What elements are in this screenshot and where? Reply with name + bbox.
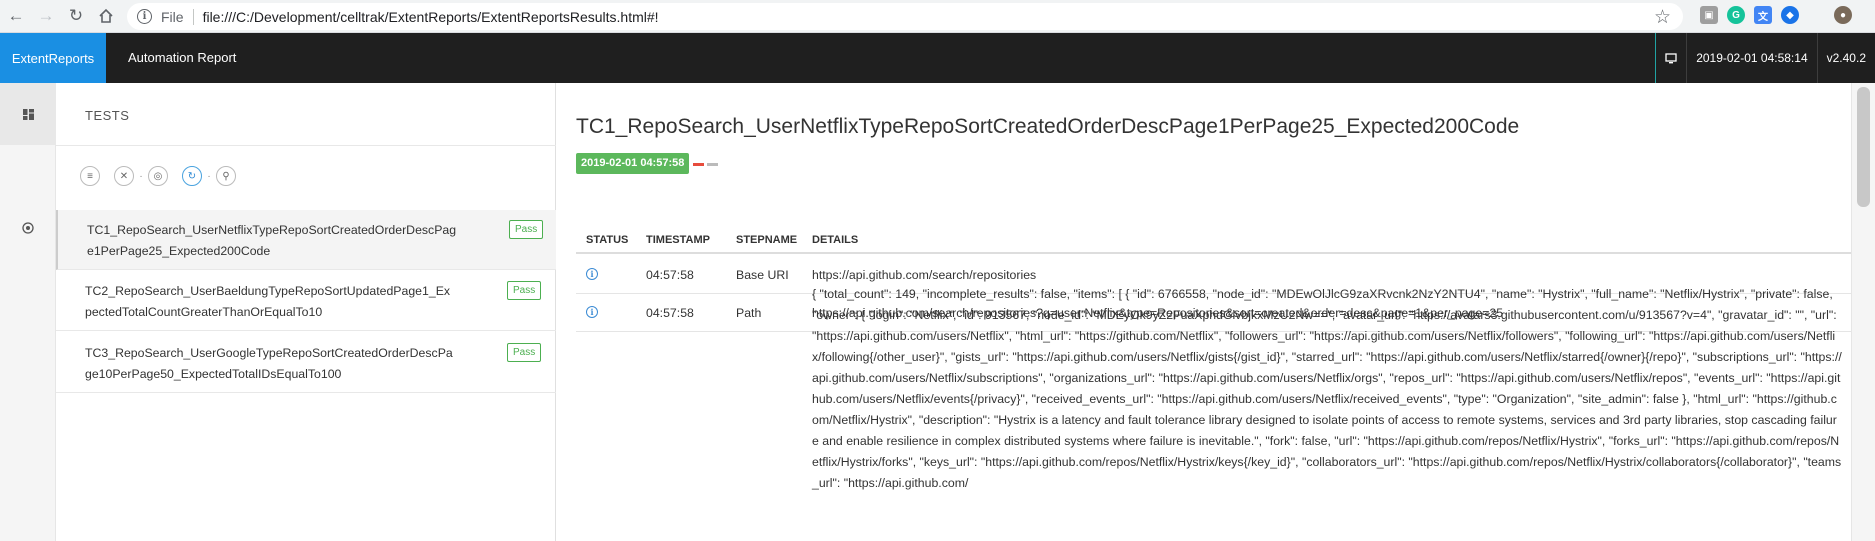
test-list-panel: TESTS ≡ ✕ · ◎ ↻ · ⚲ TC1_RepoSearch_UserN…	[56, 83, 556, 541]
target-filter-icon[interactable]: ◎	[148, 166, 168, 186]
filter-separator: ·	[139, 170, 143, 182]
extension-icons: ▣ G 文 ◆ ●	[1700, 6, 1852, 24]
info-status-icon: i	[586, 268, 598, 280]
column-details: DETAILS	[812, 234, 859, 246]
status-badge: Pass	[507, 281, 542, 300]
skip-indicator	[707, 163, 718, 166]
log-stepname: Base URI	[736, 268, 789, 282]
url-scheme: File	[161, 8, 184, 25]
url-text[interactable]: file:///C:/Development/celltrak/ExtentRe…	[203, 9, 659, 25]
test-item[interactable]: TC3_RepoSearch_UserGoogleTypeRepoSortCre…	[56, 333, 556, 393]
monitor-icon[interactable]	[1655, 33, 1686, 83]
log-details: https://api.github.com/search/repositori…	[812, 268, 1037, 282]
profile-avatar-icon[interactable]: ●	[1834, 6, 1852, 24]
search-filter-icon[interactable]: ⚲	[216, 166, 236, 186]
list-filter-icon[interactable]: ≡	[80, 166, 100, 186]
home-icon[interactable]	[92, 2, 120, 30]
divider	[56, 145, 556, 146]
url-divider	[192, 8, 194, 25]
dashboard-view-icon[interactable]	[0, 83, 56, 145]
log-stepname: Path	[736, 306, 762, 320]
test-detail-panel: TC1_RepoSearch_UserNetflixTypeRepoSortCr…	[576, 83, 1851, 541]
version-label: v2.40.2	[1816, 33, 1875, 83]
log-table-header: STATUS TIMESTAMP STEPNAME DETAILS	[576, 226, 1851, 254]
fail-indicator	[693, 163, 704, 166]
start-time-badge: 2019-02-01 04:57:58	[576, 153, 690, 174]
status-badge: Pass	[507, 343, 542, 362]
test-title: TC1_RepoSearch_UserNetflixTypeRepoSortCr…	[576, 115, 1520, 138]
header-right: 2019-02-01 04:58:14 v2.40.2	[1655, 33, 1875, 83]
view-rail	[0, 83, 56, 541]
test-item[interactable]: TC1_RepoSearch_UserNetflixTypeRepoSortCr…	[56, 210, 556, 270]
column-stepname: STEPNAME	[736, 234, 798, 246]
test-name: TC1_RepoSearch_UserNetflixTypeRepoSortCr…	[87, 223, 457, 258]
scrollbar-thumb[interactable]	[1857, 87, 1870, 207]
back-icon[interactable]: ←	[2, 2, 30, 30]
reload-icon[interactable]: ↻	[62, 2, 90, 30]
brand-logo[interactable]: ExtentReports	[0, 33, 106, 83]
refresh-filter-icon[interactable]: ↻	[182, 166, 202, 186]
camera-icon[interactable]: ▣	[1700, 6, 1718, 24]
log-timestamp: 04:57:58	[646, 306, 694, 320]
test-name: TC3_RepoSearch_UserGoogleTypeRepoSortCre…	[85, 346, 453, 381]
target-view-icon[interactable]	[0, 197, 56, 259]
app-header: ExtentReports Automation Report 2019-02-…	[0, 33, 1875, 83]
test-item[interactable]: TC2_RepoSearch_UserBaeldungTypeRepoSortU…	[56, 271, 556, 331]
column-status: STATUS	[586, 234, 629, 246]
status-badge: Pass	[509, 220, 544, 239]
info-status-icon: i	[586, 306, 598, 318]
shield-icon[interactable]: ◆	[1781, 6, 1799, 24]
grammarly-icon[interactable]: G	[1727, 6, 1745, 24]
star-icon[interactable]: ☆	[1654, 6, 1671, 29]
log-timestamp: 04:57:58	[646, 268, 694, 282]
column-timestamp: TIMESTAMP	[646, 234, 710, 246]
test-name: TC2_RepoSearch_UserBaeldungTypeRepoSortU…	[85, 284, 451, 319]
tests-heading: TESTS	[85, 108, 130, 123]
filter-separator: ·	[207, 170, 211, 182]
forward-icon[interactable]: →	[32, 2, 60, 30]
translate-icon[interactable]: 文	[1754, 6, 1772, 24]
browser-toolbar: ← → ↻ i File file:///C:/Development/cell…	[0, 0, 1875, 33]
info-icon[interactable]: i	[137, 9, 152, 24]
address-bar[interactable]: i File file:///C:/Development/celltrak/E…	[127, 3, 1683, 30]
filter-toolbar: ≡ ✕ · ◎ ↻ · ⚲	[80, 166, 236, 186]
response-json: { "total_count": 149, "incomplete_result…	[812, 287, 1842, 490]
page-scrollbar[interactable]	[1851, 83, 1875, 541]
report-timestamp: 2019-02-01 04:58:14	[1686, 33, 1816, 83]
close-filter-icon[interactable]: ✕	[114, 166, 134, 186]
report-title: Automation Report	[128, 50, 237, 65]
